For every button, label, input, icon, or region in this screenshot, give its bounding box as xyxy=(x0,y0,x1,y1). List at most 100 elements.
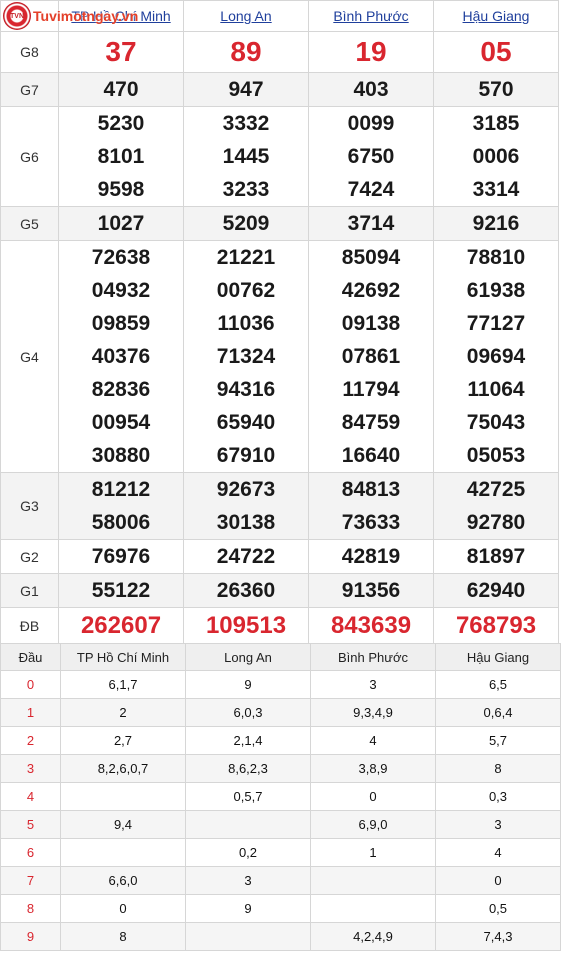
loto-cell: 0,3 xyxy=(435,782,561,811)
loto-cell: 0,5 xyxy=(435,894,561,923)
prize-number: 05053 xyxy=(466,444,526,467)
prize-cell: 81212 58006 xyxy=(58,472,184,540)
prize-cell: 19 xyxy=(308,31,434,73)
loto-row: 1 2 6,0,3 9,3,4,9 0,6,4 xyxy=(0,698,561,727)
province-header: Long An xyxy=(183,0,309,32)
prize-cell: 55122 xyxy=(58,573,184,608)
prize-number: 11036 xyxy=(217,312,275,335)
prize-number: 89 xyxy=(230,36,262,67)
prize-cell: 42725 92780 xyxy=(433,472,559,540)
loto-cell: 3 xyxy=(185,866,311,895)
prize-number: 5209 xyxy=(222,212,270,235)
prize-number: 843639 xyxy=(330,612,412,639)
prize-cell: 62940 xyxy=(433,573,559,608)
prize-number: 16640 xyxy=(341,444,401,467)
loto-cell: 6,5 xyxy=(435,670,561,699)
prize-number: 21221 xyxy=(216,246,276,269)
prize-cell: 403 xyxy=(308,72,434,107)
prize-row: G7 470 947 403 570 xyxy=(0,72,559,107)
prize-number: 09859 xyxy=(91,312,151,335)
loto-header-province: TP Hồ Chí Minh xyxy=(60,643,186,671)
loto-dau: 6 xyxy=(0,838,61,867)
loto-cell: 4 xyxy=(435,838,561,867)
prize-number: 1445 xyxy=(222,145,270,168)
prize-label: G5 xyxy=(0,206,59,241)
prize-cell: 42819 xyxy=(308,539,434,574)
loto-cell: 9 xyxy=(185,894,311,923)
prize-cell: 37 xyxy=(58,31,184,73)
prize-row: G8 37 89 19 05 xyxy=(0,31,559,73)
loto-dau: 0 xyxy=(0,670,61,699)
loto-cell: 0 xyxy=(310,782,436,811)
loto-row: 3 8,2,6,0,7 8,6,2,3 3,8,9 8 xyxy=(0,754,561,783)
loto-cell: 3,8,9 xyxy=(310,754,436,783)
prize-number: 07861 xyxy=(341,345,401,368)
loto-cell: 4 xyxy=(310,726,436,755)
loto-header-dau: Đầu xyxy=(0,643,61,671)
prize-cell: 470 xyxy=(58,72,184,107)
prize-cell: 843639 xyxy=(308,607,434,645)
prize-number: 3714 xyxy=(347,212,395,235)
prize-cell: 262607 xyxy=(58,607,184,645)
prize-cell: 89 xyxy=(183,31,309,73)
loto-row: 8 0 9 0,5 xyxy=(0,894,561,923)
loto-cell: 9,4 xyxy=(60,810,186,839)
loto-cell: 8 xyxy=(435,754,561,783)
prize-number: 403 xyxy=(353,78,389,101)
loto-cell: 2,1,4 xyxy=(185,726,311,755)
loto-cell: 6,6,0 xyxy=(60,866,186,895)
prize-number: 109513 xyxy=(205,612,287,639)
prize-label: G8 xyxy=(0,31,59,73)
loto-cell: 0,2 xyxy=(185,838,311,867)
prize-number: 73633 xyxy=(341,511,401,534)
prize-number: 470 xyxy=(103,78,139,101)
prize-number: 76976 xyxy=(91,545,151,568)
loto-dau: 7 xyxy=(0,866,61,895)
province-link[interactable]: Bình Phước xyxy=(333,8,408,24)
prize-cell: 570 xyxy=(433,72,559,107)
prize-number: 92780 xyxy=(466,511,526,534)
loto-cell: 6,1,7 xyxy=(60,670,186,699)
prize-label: G2 xyxy=(0,539,59,574)
loto-cell: 2 xyxy=(60,698,186,727)
prize-cell: 109513 xyxy=(183,607,309,645)
prize-number: 570 xyxy=(478,78,514,101)
loto-cell: 1 xyxy=(310,838,436,867)
prize-number: 1027 xyxy=(97,212,145,235)
loto-header-row: Đầu TP Hồ Chí Minh Long An Bình Phước Hậ… xyxy=(0,643,561,671)
prize-cell: 24722 xyxy=(183,539,309,574)
province-header: Hậu Giang xyxy=(433,0,559,32)
loto-cell: 0 xyxy=(60,894,186,923)
prize-cell: 84813 73633 xyxy=(308,472,434,540)
prize-number: 8101 xyxy=(97,145,145,168)
loto-dau: 9 xyxy=(0,922,61,951)
prize-number: 42725 xyxy=(466,478,526,501)
prize-row: G5 1027 5209 3714 9216 xyxy=(0,206,559,241)
prize-number: 7424 xyxy=(347,178,395,201)
site-logo[interactable]: TVN Tuvimotngay.vn xyxy=(3,2,138,30)
province-link[interactable]: Long An xyxy=(220,8,271,24)
loto-cell xyxy=(310,894,436,923)
prize-label: G3 xyxy=(0,472,59,540)
logo-text: Tuvimotngay.vn xyxy=(33,8,139,24)
loto-cell: 3 xyxy=(435,810,561,839)
loto-row: 0 6,1,7 9 3 6,5 xyxy=(0,670,561,699)
prize-number: 81897 xyxy=(466,545,526,568)
loto-head-table: Đầu TP Hồ Chí Minh Long An Bình Phước Hậ… xyxy=(0,643,561,951)
prize-number: 3314 xyxy=(472,178,520,201)
province-link[interactable]: Hậu Giang xyxy=(463,8,530,24)
loto-row: 2 2,7 2,1,4 4 5,7 xyxy=(0,726,561,755)
prize-cell: 3185 0006 3314 xyxy=(433,106,559,207)
prize-cell: 21221 00762 11036 71324 94316 65940 67910 xyxy=(183,240,309,473)
prize-number: 09694 xyxy=(466,345,526,368)
prize-number: 61938 xyxy=(466,279,526,302)
loto-row: 4 0,5,7 0 0,3 xyxy=(0,782,561,811)
prize-row: G3 81212 58006 92673 30138 84813 73633 42725 927… xyxy=(0,472,559,540)
prize-number: 82836 xyxy=(91,378,151,401)
prize-number: 5230 xyxy=(97,112,145,135)
loto-row: 5 9,4 6,9,0 3 xyxy=(0,810,561,839)
prize-row: G4 72638 04932 09859 40376 82836 00954 30880 212… xyxy=(0,240,559,473)
prize-cell: 5230 8101 9598 xyxy=(58,106,184,207)
prize-label: G6 xyxy=(0,106,59,207)
prize-number: 26360 xyxy=(216,579,276,602)
